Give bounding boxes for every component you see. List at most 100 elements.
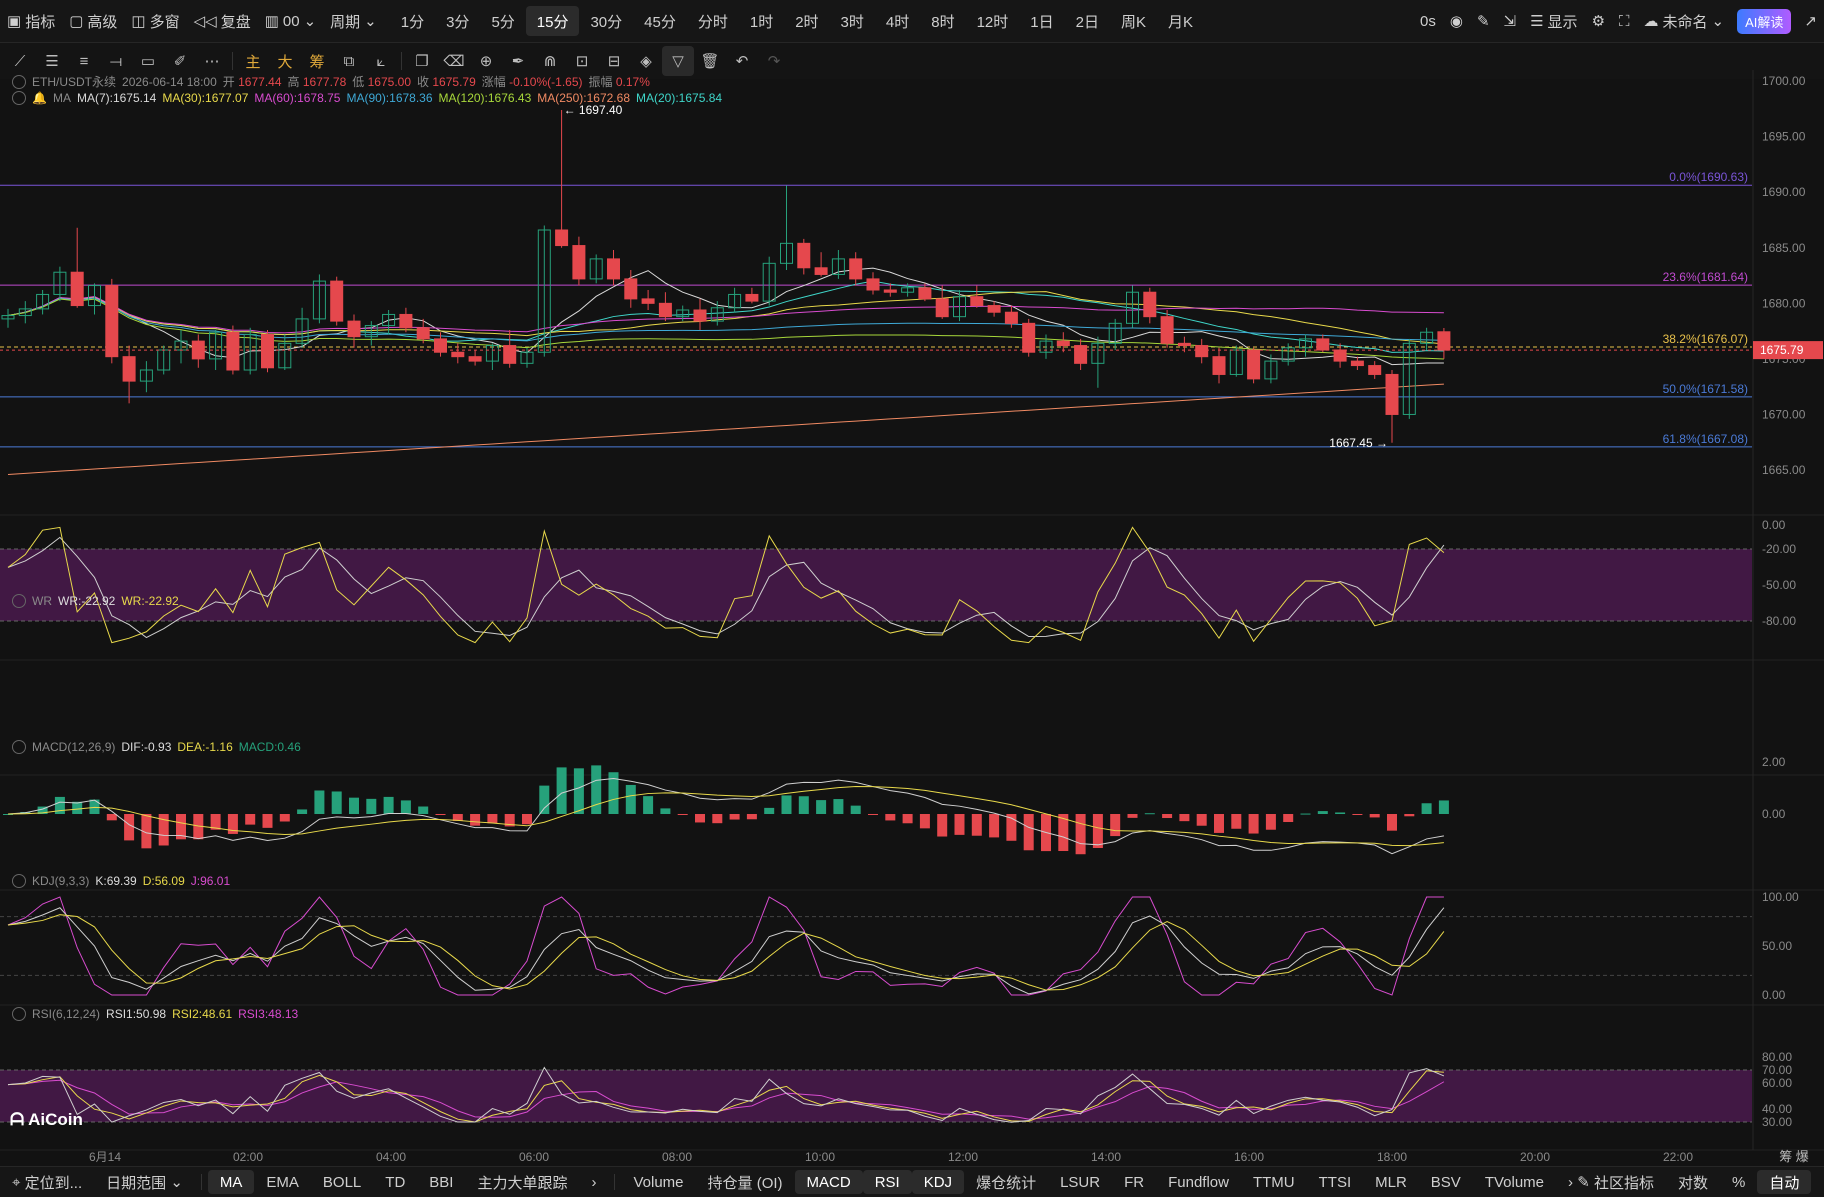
camera-icon[interactable]: ◉ <box>1443 0 1470 42</box>
period-tab-12[interactable]: 12时 <box>966 0 1020 42</box>
candle-body <box>849 258 863 280</box>
macd-histogram-bar <box>1179 814 1190 822</box>
topbar-item-2[interactable]: ◫ 多窗 <box>124 0 186 42</box>
fullscreen-icon[interactable]: ⛶ <box>1612 0 1637 42</box>
main-indicator-4[interactable]: BBI <box>417 1167 465 1197</box>
period-tab-15[interactable]: 周K <box>1110 0 1157 42</box>
locate-button[interactable]: ⌖ 定位到... <box>0 1167 94 1197</box>
macd-histogram-bar <box>1421 803 1432 814</box>
period-tab-9[interactable]: 3时 <box>830 0 875 42</box>
sub-indicator-12[interactable]: BSV <box>1419 1167 1473 1197</box>
auto-scale-button[interactable]: 自动 <box>1757 1170 1812 1194</box>
period-tab-14[interactable]: 2日 <box>1065 0 1110 42</box>
macd-histogram-bar <box>487 814 498 824</box>
kdj-k: K:69.39 <box>95 874 137 888</box>
main-indicator-5[interactable]: 主力大单跟踪 <box>465 1167 579 1197</box>
period-tab-4[interactable]: 30分 <box>579 0 633 42</box>
macd-histogram-bar <box>89 799 100 814</box>
visibility-icon[interactable] <box>12 594 26 608</box>
visibility-icon[interactable] <box>12 74 26 89</box>
macd-histogram-bar <box>971 814 982 836</box>
main-indicator-2[interactable]: BOLL <box>311 1167 373 1197</box>
chart-area[interactable]: 1700.00 1695.00 1690.00 1685.00 1680.00 1675.… <box>0 70 1824 1166</box>
candle-body <box>1368 365 1382 375</box>
layout-name-dropdown[interactable]: ☁ 未命名 ⌄ <box>1637 0 1732 42</box>
sub-indicator-13[interactable]: TVolume <box>1473 1167 1556 1197</box>
period-tab-16[interactable]: 月K <box>1157 0 1204 42</box>
high-price-marker: ← 1697.40 <box>564 103 623 117</box>
period-tab-2[interactable]: 5分 <box>480 0 525 42</box>
kdj-j-line <box>7 896 1444 996</box>
share-icon[interactable]: ↗ <box>1797 0 1824 42</box>
sub-indicator-11[interactable]: MLR <box>1363 1167 1419 1197</box>
macd-histogram-bar <box>1075 814 1086 855</box>
macd-histogram-bar <box>1335 812 1346 814</box>
kline-chart[interactable]: 1700.00 1695.00 1690.00 1685.00 1680.00 1675.… <box>0 70 1824 1166</box>
period-tab-0[interactable]: 1分 <box>390 0 435 42</box>
log-scale-button[interactable]: 对数 <box>1666 1167 1720 1197</box>
time-axis-extra: 筹 爆 <box>1779 1149 1809 1164</box>
percent-scale-button[interactable]: % <box>1720 1167 1757 1197</box>
chevron-right-icon[interactable]: › <box>579 1167 608 1197</box>
sub-indicator-2[interactable]: MACD <box>794 1170 863 1194</box>
multi-window-icon: ◫ <box>131 13 146 30</box>
sub-indicator-3[interactable]: RSI <box>862 1170 912 1194</box>
sub-indicator-5[interactable]: 爆仓统计 <box>964 1167 1048 1197</box>
sub-indicator-7[interactable]: FR <box>1112 1167 1156 1197</box>
rsi-2: RSI2:48.61 <box>172 1007 233 1021</box>
pen-icon[interactable]: ✎ <box>1470 0 1497 42</box>
candle-body <box>987 305 1001 313</box>
candle-body <box>1437 331 1451 351</box>
list-icon: ☰ <box>1530 13 1544 30</box>
period-tab-10[interactable]: 4时 <box>875 0 920 42</box>
visibility-icon[interactable] <box>12 91 26 105</box>
sub-indicator-1[interactable]: 持仓量 (OI) <box>696 1167 795 1197</box>
ai-analysis-button[interactable]: AI解读 <box>1737 8 1792 34</box>
visibility-icon[interactable] <box>12 740 26 754</box>
main-indicator-1[interactable]: EMA <box>254 1167 311 1197</box>
period-tab-13[interactable]: 1日 <box>1019 0 1064 42</box>
period-tab-3[interactable]: 15分 <box>525 6 580 36</box>
topbar-item-3[interactable]: ◁◁ 复盘 <box>187 0 258 42</box>
sub-indicator-10[interactable]: TTSI <box>1307 1167 1364 1197</box>
topbar-item-1[interactable]: ▢ 高级 <box>62 0 124 42</box>
kdj-legend: KDJ(9,3,3) K:69.39 D:56.09 J:96.01 <box>12 874 230 888</box>
candle-body <box>1056 340 1070 347</box>
period-tab-1[interactable]: 3分 <box>435 0 480 42</box>
macd-histogram-bar <box>625 784 636 814</box>
period-tab-6[interactable]: 分时 <box>687 0 739 42</box>
wr-value-1: WR:-22.92 <box>58 594 116 608</box>
macd-histogram-bar <box>1283 814 1294 823</box>
period-tab-7[interactable]: 1时 <box>739 0 784 42</box>
period-tab-11[interactable]: 8时 <box>920 0 965 42</box>
bell-icon[interactable]: 🔔 <box>32 91 47 105</box>
community-indicators-button[interactable]: › ✎ 社区指标 <box>1556 1167 1666 1197</box>
visibility-icon[interactable] <box>12 1007 26 1021</box>
sub-indicator-8[interactable]: Fundflow <box>1156 1167 1241 1197</box>
bar-time: 2026-06-14 18:00 <box>122 74 217 89</box>
rsi-band <box>0 1070 1752 1122</box>
topbar-item-0[interactable]: ▣ 指标 <box>0 0 62 42</box>
period-tab-5[interactable]: 45分 <box>633 0 687 42</box>
settings-gear-icon[interactable]: ⚙ <box>1585 0 1612 42</box>
period-tab-8[interactable]: 2时 <box>784 0 829 42</box>
topbar-item-4[interactable]: ▥ 00 ⌄ <box>258 0 323 42</box>
sub-indicator-4[interactable]: KDJ <box>911 1170 965 1194</box>
current-price-value: 1675.79 <box>1760 343 1804 357</box>
visibility-icon[interactable] <box>12 874 26 888</box>
macd-dea-line <box>7 786 1444 847</box>
candle-body <box>970 296 984 307</box>
display-button[interactable]: ☰ 显示 <box>1523 0 1584 42</box>
main-indicator-0[interactable]: MA <box>207 1170 255 1194</box>
export-icon[interactable]: ⇲ <box>1497 0 1524 42</box>
main-indicator-3[interactable]: TD <box>373 1167 417 1197</box>
macd-legend: MACD(12,26,9) DIF:-0.93 DEA:-1.16 MACD:0… <box>12 740 301 754</box>
sub-indicator-0[interactable]: Volume <box>621 1167 695 1197</box>
candle-body <box>555 229 569 247</box>
rsi-tick: 80.00 <box>1762 1050 1792 1064</box>
date-range-button[interactable]: 日期范围 ⌄ <box>94 1167 195 1197</box>
ma-legend: 🔔 MA MA(7):1675.14 MA(30):1677.07 MA(60):1… <box>12 91 722 105</box>
sub-indicator-6[interactable]: LSUR <box>1048 1167 1112 1197</box>
sub-indicator-9[interactable]: TTMU <box>1241 1167 1307 1197</box>
topbar-item-5[interactable]: 周期 ⌄ <box>323 0 384 42</box>
